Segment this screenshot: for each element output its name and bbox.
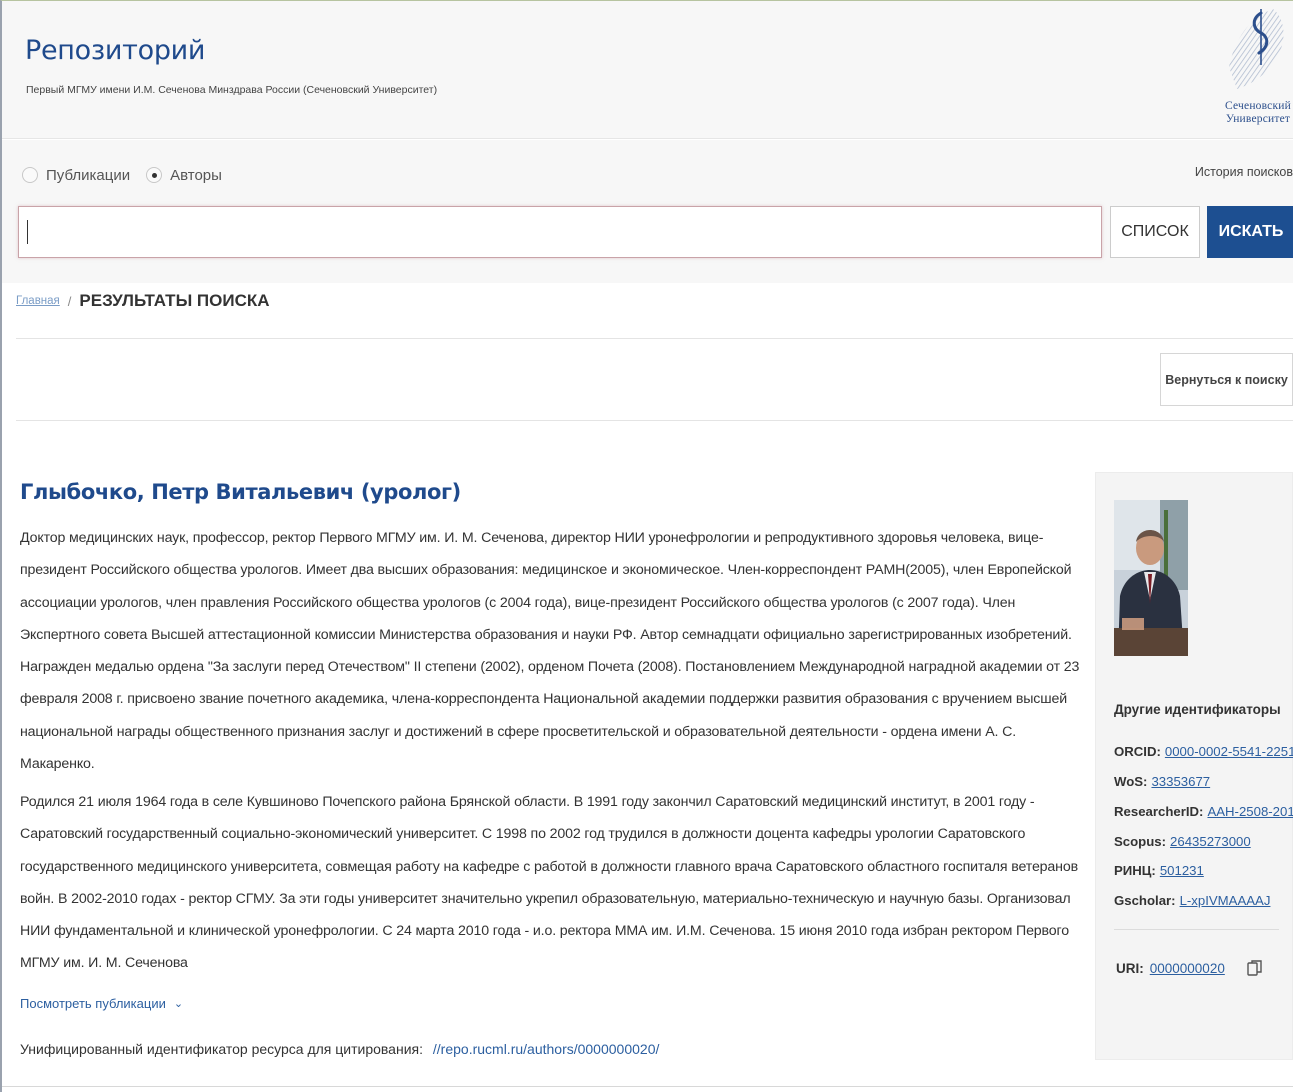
university-logo-text: Сеченовский Университет	[1219, 100, 1293, 126]
citation-row: Унифицированный идентификатор ресурса дл…	[20, 1041, 659, 1057]
identifier-row-orcid: ORCID: 0000-0002-5541-2251	[1114, 744, 1293, 759]
search-button[interactable]: ИСКАТЬ	[1207, 206, 1293, 258]
divider	[16, 420, 1293, 421]
identifier-row-wos: WoS: 33353677	[1114, 774, 1210, 789]
copy-icon[interactable]	[1247, 959, 1263, 977]
divider	[16, 338, 1293, 339]
identifier-row-rinc: РИНЦ: 501231	[1114, 863, 1204, 878]
university-logo[interactable]: Сеченовский Университет	[1217, 7, 1293, 133]
uri-key: URI:	[1116, 960, 1144, 976]
breadcrumb-separator: /	[67, 293, 72, 309]
uri-link[interactable]: 0000000020	[1150, 961, 1225, 976]
orcid-link[interactable]: 0000-0002-5541-2251	[1165, 744, 1293, 759]
author-name: Глыбочко, Петр Витальевич (уролог)	[20, 480, 461, 504]
other-identifiers-heading: Другие идентификаторы	[1114, 702, 1281, 717]
researcherid-link[interactable]: AAH-2508-2019	[1207, 804, 1293, 819]
page-title: РЕЗУЛЬТАТЫ ПОИСКА	[79, 291, 270, 310]
author-bio-paragraph: Доктор медицинских наук, профессор, рект…	[20, 530, 1080, 773]
scopus-link[interactable]: 26435273000	[1170, 834, 1251, 849]
search-mode-selector: Публикации Авторы	[22, 164, 238, 186]
site-subtitle: Первый МГМУ имени И.М. Сеченова Минздрав…	[26, 84, 438, 96]
sidebar-divider	[1114, 929, 1279, 930]
citation-url[interactable]: //repo.rucml.ru/authors/0000000020/	[433, 1041, 659, 1057]
university-emblem-icon	[1229, 9, 1284, 89]
view-publications-label: Посмотреть публикации	[20, 996, 166, 1011]
identifier-key: ResearcherID:	[1114, 804, 1204, 819]
search-input[interactable]	[18, 206, 1102, 258]
gscholar-link[interactable]: L-xpIVMAAAAJ	[1180, 893, 1271, 908]
logo-text-line-1: Сеченовский	[1225, 100, 1291, 112]
radio-publications-label[interactable]: Публикации	[46, 167, 130, 184]
identifier-key: WoS:	[1114, 774, 1148, 789]
page-bottom-border	[2, 1086, 1293, 1087]
radio-authors[interactable]	[146, 167, 163, 183]
identifier-row-gscholar: Gscholar: L-xpIVMAAAAJ	[1114, 893, 1270, 908]
identifier-key: ORCID:	[1114, 744, 1161, 759]
view-publications-toggle[interactable]: Посмотреть публикации ⌄	[20, 996, 183, 1011]
author-sidebar: Другие идентификаторы ORCID: 0000-0002-55…	[1095, 472, 1293, 1060]
identifier-row-scopus: Scopus: 26435273000	[1114, 834, 1251, 849]
text-caret	[27, 220, 28, 244]
identifier-key: РИНЦ:	[1114, 863, 1156, 878]
logo-text-line-2: Университет	[1225, 113, 1291, 125]
search-panel: Публикации Авторы История поисков СПИСОК…	[2, 140, 1293, 283]
radio-authors-label[interactable]: Авторы	[170, 167, 222, 184]
identifier-key: Scopus:	[1114, 834, 1167, 849]
rinc-link[interactable]: 501231	[1160, 863, 1204, 878]
back-to-search-button[interactable]: Вернуться к поиску	[1160, 353, 1293, 406]
site-title[interactable]: Репозиторий	[25, 35, 205, 66]
identifier-key: Gscholar:	[1114, 893, 1176, 908]
uri-row: URI: 0000000020	[1116, 959, 1263, 977]
breadcrumb-home-link[interactable]: Главная	[16, 295, 60, 307]
wos-link[interactable]: 33353677	[1151, 774, 1210, 789]
search-history-link[interactable]: История поисков	[1195, 165, 1293, 179]
site-header: Репозиторий Первый МГМУ имени И.М. Сечен…	[2, 1, 1293, 139]
chevron-down-icon: ⌄	[173, 998, 184, 1010]
author-photo	[1114, 500, 1188, 656]
list-button[interactable]: СПИСОК	[1110, 206, 1200, 258]
breadcrumb: Главная / РЕЗУЛЬТАТЫ ПОИСКА	[16, 288, 270, 314]
author-bio-paragraph: Родился 21 июля 1964 года в селе Кувшино…	[20, 794, 1078, 972]
identifier-row-researcherid: ResearcherID: AAH-2508-2019	[1114, 804, 1293, 819]
radio-publications[interactable]	[22, 167, 38, 183]
citation-label: Унифицированный идентификатор ресурса дл…	[20, 1041, 423, 1057]
